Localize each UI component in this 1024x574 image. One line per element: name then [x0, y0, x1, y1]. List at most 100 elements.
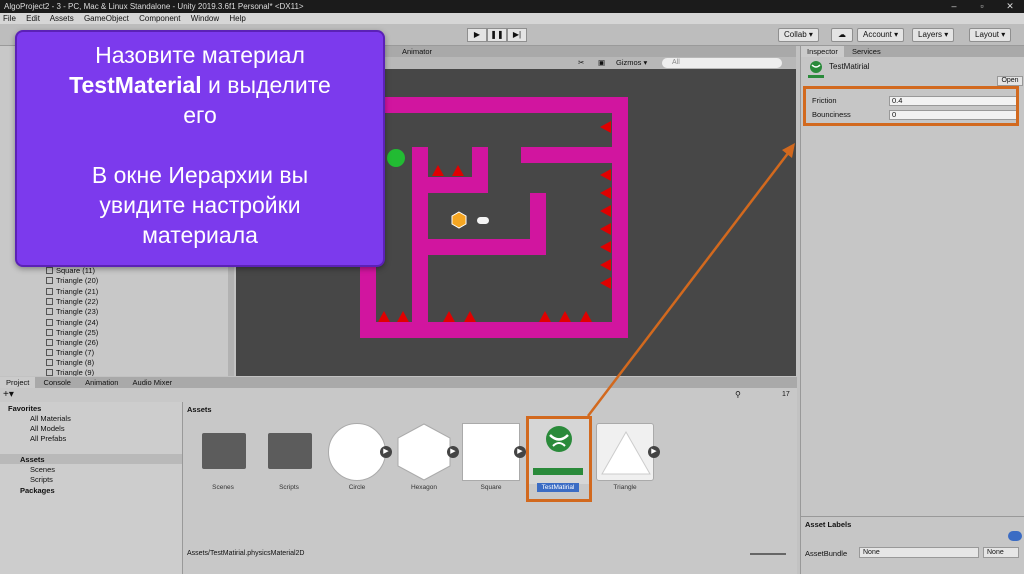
maximize-button[interactable]: ▫: [972, 0, 992, 13]
play-button[interactable]: ▶: [467, 28, 487, 42]
hierarchy-item[interactable]: Triangle (23): [46, 307, 98, 317]
expand-icon[interactable]: ▶: [380, 446, 392, 458]
asset-bundle-label: AssetBundle: [805, 549, 848, 558]
player-ball[interactable]: [387, 149, 405, 167]
tab-inspector[interactable]: Inspector: [801, 46, 844, 57]
asset-label-triangle: Triangle: [613, 484, 637, 491]
hierarchy-item[interactable]: Triangle (26): [46, 338, 98, 348]
menu-help[interactable]: Help: [229, 14, 245, 23]
tab-console[interactable]: Console: [37, 377, 77, 388]
gizmos-dropdown[interactable]: Gizmos ▾: [616, 57, 647, 69]
tab-audio-mixer[interactable]: Audio Mixer: [127, 377, 179, 388]
folder-scripts[interactable]: Scripts: [30, 475, 53, 484]
cloud-icon[interactable]: ☁: [831, 28, 853, 42]
inspector-object-name: TestMatirial: [829, 62, 870, 71]
menu-file[interactable]: File: [3, 14, 16, 23]
maze-wall: [472, 147, 488, 193]
play-controls: ▶ ❚❚ ▶|: [467, 28, 527, 42]
hierarchy-item[interactable]: Triangle (20): [46, 276, 98, 286]
assets-breadcrumb[interactable]: Assets: [187, 405, 212, 414]
folder-icon[interactable]: [202, 433, 246, 469]
tab-animation[interactable]: Animation: [79, 377, 124, 388]
account-dropdown[interactable]: Account ▾: [857, 28, 905, 42]
maze-wall: [530, 193, 546, 255]
asset-bundle-variant-dropdown[interactable]: None: [983, 547, 1019, 558]
spike: [432, 165, 444, 176]
favorite-all-materials[interactable]: All Materials: [30, 414, 71, 423]
coin-hexagon: [451, 211, 467, 229]
callout-spacer: [17, 130, 383, 160]
expand-icon[interactable]: ▶: [447, 446, 459, 458]
menu-assets[interactable]: Assets: [50, 14, 74, 23]
hierarchy-item[interactable]: Triangle (21): [46, 287, 98, 297]
close-button[interactable]: ✕: [1000, 0, 1020, 13]
spike: [464, 311, 476, 322]
hierarchy-item[interactable]: Triangle (7): [46, 348, 94, 358]
asset-square[interactable]: [462, 423, 520, 481]
step-button[interactable]: ▶|: [507, 28, 527, 42]
asset-highlight-box: [526, 416, 592, 502]
favorite-all-prefabs[interactable]: All Prefabs: [30, 434, 66, 443]
hierarchy-item[interactable]: Triangle (9): [46, 368, 94, 376]
expand-icon[interactable]: ▶: [514, 446, 526, 458]
menu-component[interactable]: Component: [139, 14, 180, 23]
hierarchy-item[interactable]: Triangle (8): [46, 358, 94, 368]
hierarchy-item[interactable]: Triangle (25): [46, 328, 98, 338]
callout-line: материала: [142, 222, 258, 248]
asset-triangle[interactable]: [596, 423, 654, 481]
scene-search-input[interactable]: All: [662, 58, 782, 68]
menu-gameobject[interactable]: GameObject: [84, 14, 129, 23]
tab-project[interactable]: Project: [0, 377, 36, 388]
packages-node[interactable]: Packages: [20, 486, 55, 495]
folder-icon[interactable]: [268, 433, 312, 469]
callout-material-name: TestMaterial: [69, 72, 202, 98]
minimize-button[interactable]: –: [944, 0, 964, 13]
hierarchy-item[interactable]: Triangle (24): [46, 318, 98, 328]
folder-scenes[interactable]: Scenes: [30, 465, 55, 474]
callout-line: его: [183, 102, 217, 128]
hierarchy-item[interactable]: Square (11): [46, 266, 95, 276]
zoom-slider[interactable]: [750, 553, 786, 555]
cube-icon: [46, 308, 53, 315]
layout-dropdown[interactable]: Layout ▾: [969, 28, 1012, 42]
asset-label-circle: Circle: [348, 484, 366, 491]
menu-edit[interactable]: Edit: [26, 14, 40, 23]
tab-services[interactable]: Services: [846, 46, 887, 57]
tutorial-arrow: [587, 143, 795, 417]
favorite-all-models[interactable]: All Models: [30, 424, 65, 433]
add-icon[interactable]: +▾: [3, 389, 14, 400]
callout-line: увидите настройки: [99, 192, 301, 218]
collab-button[interactable]: Collab ▾: [778, 28, 819, 42]
asset-labels-toggle-icon[interactable]: [1008, 531, 1022, 541]
favorites-node[interactable]: Favorites: [8, 404, 41, 413]
layers-dropdown[interactable]: Layers ▾: [912, 28, 955, 42]
spike: [600, 121, 611, 133]
spike: [452, 165, 464, 176]
divider: [801, 516, 1024, 517]
hierarchy-item[interactable]: Triangle (22): [46, 297, 98, 307]
asset-labels-heading: Asset Labels: [805, 520, 852, 529]
camera-icon[interactable]: ▣: [598, 57, 605, 69]
callout-line: Назовите материал: [95, 42, 305, 68]
asset-label-hexagon: Hexagon: [410, 484, 438, 491]
callout-line: В окне Иерархии вы: [91, 162, 309, 188]
spike: [559, 311, 571, 322]
asset-hexagon[interactable]: [395, 423, 453, 481]
tools-icon[interactable]: ✂: [578, 57, 584, 69]
hierarchy-scrollbar[interactable]: [228, 260, 234, 376]
instruction-callout: Назовите материал TestMaterial и выделит…: [15, 30, 385, 267]
menu-window[interactable]: Window: [191, 14, 219, 23]
cube-icon: [46, 369, 53, 376]
triangle-shape: [601, 430, 651, 475]
cube-icon: [46, 349, 53, 356]
cloud-sprite: [477, 217, 489, 224]
material-bar-icon: [808, 75, 824, 78]
open-button[interactable]: Open: [997, 76, 1023, 86]
asset-circle[interactable]: [328, 423, 386, 481]
assets-node[interactable]: Assets: [20, 455, 45, 464]
asset-label-square: Square: [480, 484, 502, 491]
expand-icon[interactable]: ▶: [648, 446, 660, 458]
asset-bundle-dropdown[interactable]: None: [859, 547, 979, 558]
pause-button[interactable]: ❚❚: [487, 28, 507, 42]
tab-animator[interactable]: Animator: [396, 46, 438, 57]
